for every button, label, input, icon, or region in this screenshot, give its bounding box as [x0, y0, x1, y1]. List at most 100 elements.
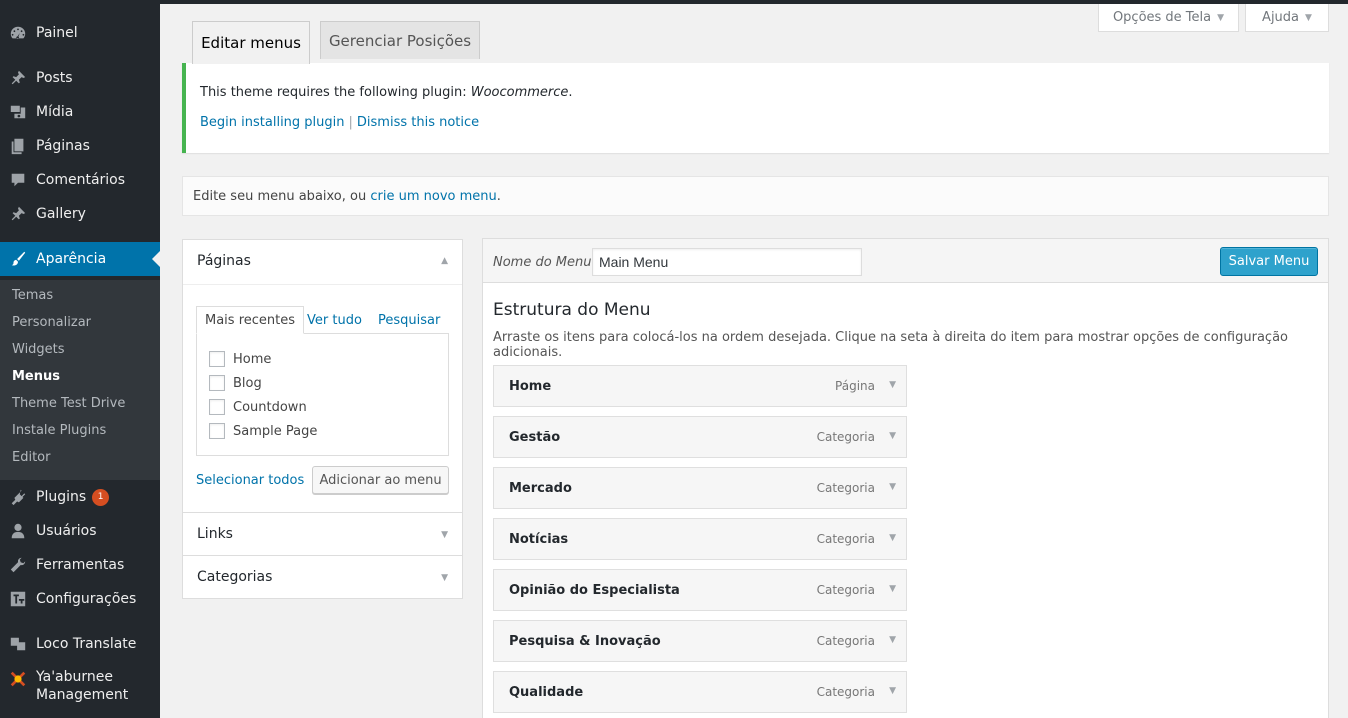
sidebar-item-aparencia[interactable]: Aparência	[0, 242, 160, 276]
dismiss-notice-link[interactable]: Dismiss this notice	[357, 115, 479, 130]
translate-icon	[0, 635, 36, 653]
tab-search[interactable]: Pesquisar	[378, 306, 440, 334]
caret-down-icon[interactable]: ▼	[889, 584, 896, 594]
menu-item-mercado[interactable]: Mercado Categoria ▼	[493, 467, 907, 509]
menu-structure-title: Estrutura do Menu	[493, 300, 651, 320]
sidebar-item-usuarios[interactable]: Usuários	[0, 514, 160, 548]
manage-menus-text: Edite seu menu abaixo, ou	[193, 189, 371, 204]
categories-accordion[interactable]: Categorias ▼	[182, 555, 463, 599]
tab-view-all[interactable]: Ver tudo	[307, 306, 362, 334]
sidebar-item-ferramentas[interactable]: Ferramentas	[0, 548, 160, 582]
menu-item-title: Opinião do Especialista	[509, 583, 680, 598]
menu-item-opiniao[interactable]: Opinião do Especialista Categoria ▼	[493, 569, 907, 611]
menu-item-type: Página	[835, 379, 875, 393]
checkbox[interactable]	[209, 375, 225, 391]
menu-name-label: Nome do Menu	[493, 255, 592, 270]
user-icon	[0, 522, 36, 540]
sidebar-item-label: Comentários	[36, 172, 126, 188]
notice-actions: Begin installing plugin | Dismiss this not…	[200, 115, 479, 130]
help-button[interactable]: Ajuda ▼	[1245, 4, 1329, 32]
tab-manage-locations[interactable]: Gerenciar Posições	[320, 21, 480, 59]
sidebar-item-yaaburnee[interactable]: Ya'aburnee Management	[0, 668, 160, 708]
checkbox[interactable]	[209, 423, 225, 439]
notice-text: This theme requires the following plugin…	[200, 85, 573, 100]
caret-down-icon[interactable]: ▼	[889, 431, 896, 441]
dashboard-icon	[0, 24, 36, 42]
page-checkbox-blog[interactable]: Blog	[209, 375, 262, 391]
screen-options-label: Opções de Tela	[1112, 10, 1212, 25]
page-checkbox-countdown[interactable]: Countdown	[209, 399, 307, 415]
caret-down-icon[interactable]: ▼	[889, 380, 896, 390]
submenu-item-editor[interactable]: Editor	[12, 450, 50, 465]
menu-item-qualidade[interactable]: Qualidade Categoria ▼	[493, 671, 907, 713]
checkbox[interactable]	[209, 399, 225, 415]
categories-accordion-title: Categorias	[197, 569, 273, 585]
menu-item-title: Gestão	[509, 430, 561, 445]
sidebar-item-loco-translate[interactable]: Loco Translate	[0, 627, 160, 661]
screen-options-button[interactable]: Opções de Tela ▼	[1098, 4, 1239, 32]
sidebar-item-label: Loco Translate	[36, 636, 137, 652]
save-menu-button[interactable]: Salvar Menu	[1220, 247, 1318, 276]
page-checkbox-home[interactable]: Home	[209, 351, 271, 367]
menu-name-input[interactable]	[592, 248, 862, 276]
menu-item-title: Qualidade	[509, 685, 584, 700]
sidebar-item-midia[interactable]: Mídia	[0, 95, 160, 129]
tab-most-recent[interactable]: Mais recentes	[196, 306, 305, 334]
select-all-link[interactable]: Selecionar todos	[196, 473, 304, 488]
create-new-menu-link[interactable]: crie um novo menu	[370, 189, 496, 204]
menu-item-type: Categoria	[816, 583, 875, 597]
pin-icon	[0, 69, 36, 87]
caret-down-icon[interactable]: ▼	[889, 482, 896, 492]
appearance-submenu: Temas Personalizar Widgets Menus Theme T…	[0, 280, 160, 480]
wrench-icon	[0, 556, 36, 574]
caret-down-icon: ▼	[441, 573, 448, 583]
sidebar-item-label: Gallery	[36, 206, 86, 222]
pages-checklist: Home Blog Countdown Sample Page	[196, 333, 449, 456]
submenu-item-theme-test-drive[interactable]: Theme Test Drive	[12, 396, 125, 411]
sidebar-item-label: Ferramentas	[36, 557, 125, 573]
menu-item-noticias[interactable]: Notícias Categoria ▼	[493, 518, 907, 560]
menu-item-title: Pesquisa & Inovação	[509, 634, 661, 649]
install-plugin-link[interactable]: Begin installing plugin	[200, 115, 345, 130]
menu-item-title: Home	[509, 379, 552, 394]
plug-icon	[0, 488, 36, 506]
caret-down-icon[interactable]: ▼	[889, 635, 896, 645]
pages-accordion-title[interactable]: Páginas	[197, 253, 251, 269]
menu-item-gestao[interactable]: Gestão Categoria ▼	[493, 416, 907, 458]
menu-item-type: Categoria	[816, 481, 875, 495]
submenu-item-instale-plugins[interactable]: Instale Plugins	[12, 423, 106, 438]
menu-item-type: Categoria	[816, 532, 875, 546]
menu-item-type: Categoria	[816, 430, 875, 444]
sidebar-item-posts[interactable]: Posts	[0, 61, 160, 95]
sidebar-item-label: Usuários	[36, 523, 97, 539]
tab-edit-menus[interactable]: Editar menus	[192, 21, 310, 64]
sidebar-item-painel[interactable]: Painel	[0, 16, 160, 50]
caret-up-icon[interactable]: ▲	[441, 256, 448, 266]
caret-down-icon: ▼	[1217, 12, 1225, 23]
sidebar-item-configuracoes[interactable]: Configurações	[0, 582, 160, 616]
links-accordion[interactable]: Links ▼	[182, 512, 463, 556]
sidebar-item-paginas[interactable]: Páginas	[0, 129, 160, 163]
submenu-item-temas[interactable]: Temas	[12, 288, 53, 303]
sidebar-item-comentarios[interactable]: Comentários	[0, 163, 160, 197]
menu-item-home[interactable]: Home Página ▼	[493, 365, 907, 407]
caret-down-icon[interactable]: ▼	[889, 686, 896, 696]
submenu-item-menus[interactable]: Menus	[12, 369, 60, 384]
manage-menus-bar: Edite seu menu abaixo, ou crie um novo m…	[182, 176, 1329, 216]
add-to-menu-button[interactable]: Adicionar ao menu	[312, 466, 449, 494]
menu-item-title: Mercado	[509, 481, 572, 496]
submenu-item-widgets[interactable]: Widgets	[12, 342, 65, 357]
pin-icon	[0, 205, 36, 223]
caret-down-icon[interactable]: ▼	[889, 533, 896, 543]
sidebar-item-gallery[interactable]: Gallery	[0, 197, 160, 231]
sidebar-item-plugins[interactable]: Plugins 1	[0, 480, 160, 514]
page-checkbox-sample-page[interactable]: Sample Page	[209, 423, 317, 439]
sidebar-item-label: Páginas	[36, 138, 90, 154]
submenu-item-personalizar[interactable]: Personalizar	[12, 315, 91, 330]
links-accordion-title: Links	[197, 526, 233, 542]
settings-icon	[0, 590, 36, 608]
caret-down-icon: ▼	[441, 530, 448, 540]
checkbox[interactable]	[209, 351, 225, 367]
sidebar-item-label: Painel	[36, 25, 78, 41]
menu-item-pesquisa[interactable]: Pesquisa & Inovação Categoria ▼	[493, 620, 907, 662]
